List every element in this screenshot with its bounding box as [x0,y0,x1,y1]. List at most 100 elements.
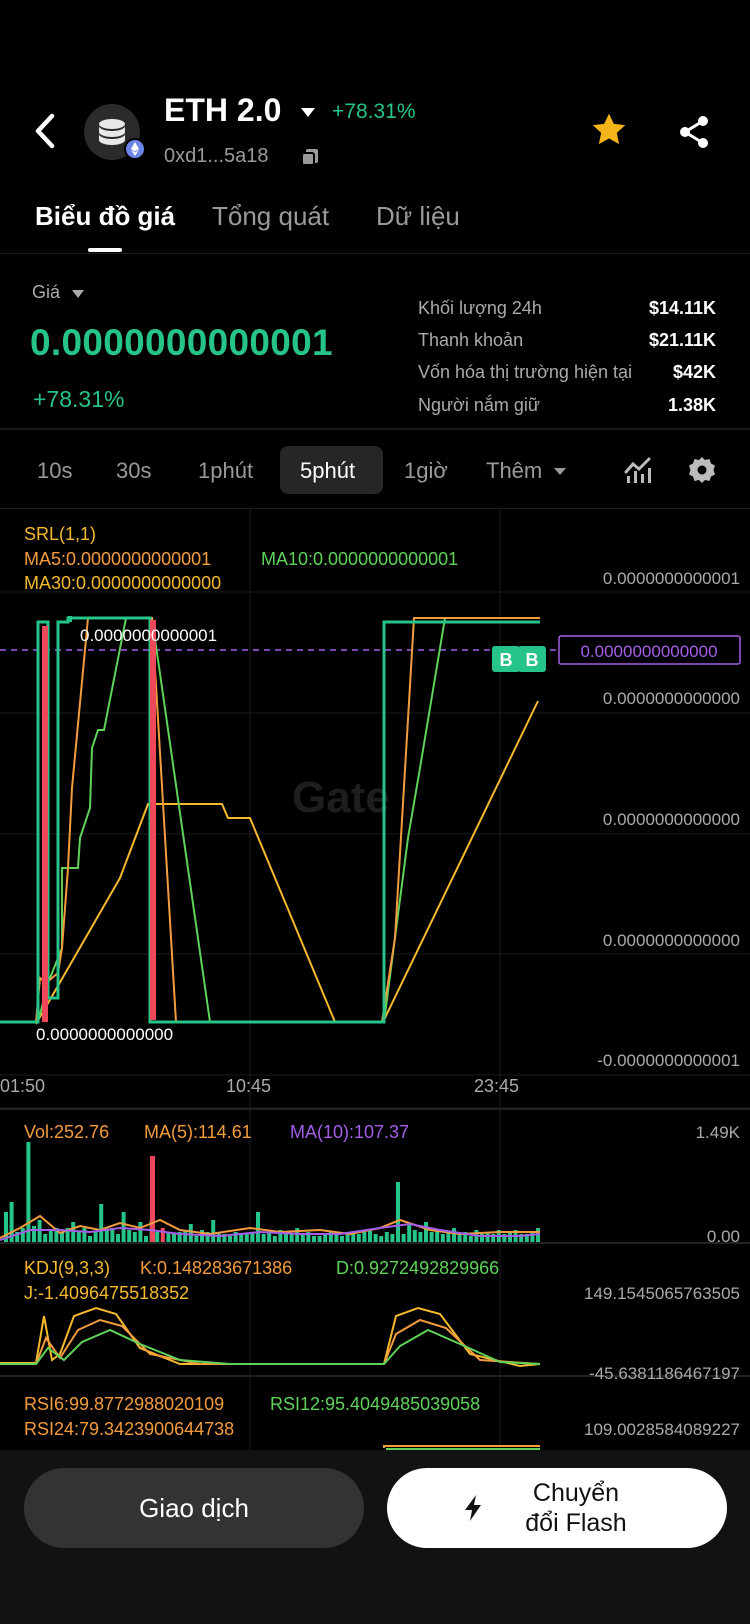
tab-data[interactable]: Dữ liệu [376,201,460,232]
share-icon[interactable] [676,114,712,150]
kdj-k: K:0.148283671386 [140,1258,292,1278]
volume-bar [194,1236,199,1242]
y-axis-label: 0.0000000000000 [603,689,740,708]
kdj-j-line [0,1306,541,1368]
timeframe-5min[interactable]: 5phút [300,458,355,484]
divider [0,428,750,430]
volume-bar [32,1226,36,1242]
flash-convert-label: Chuyển đổi Flash [501,1478,651,1538]
volume-ma10-label: MA(10):107.37 [290,1122,409,1142]
token-dropdown-icon[interactable] [300,106,316,118]
x-axis-label: 23:45 [474,1076,519,1096]
volume-bar [429,1232,434,1242]
x-axis-label: 10:45 [226,1076,271,1096]
volume-bar [121,1212,126,1242]
volume-ma5-label: MA(5):114.61 [144,1122,252,1142]
volume-bar [468,1236,473,1242]
timeframe-1h[interactable]: 1giờ [404,458,448,484]
stat-value-volume: $14.11K [648,298,716,318]
buy-marker-label: B [500,650,513,670]
timeframe-1min[interactable]: 1phút [198,458,253,484]
volume-bar [530,1232,535,1242]
price-label[interactable]: Giá [32,282,60,303]
legend-ma5: MA5:0.0000000000001 [24,549,211,569]
kdj-j: J:-1.4096475518352 [24,1283,189,1303]
indicator-icon[interactable] [624,456,652,484]
ma30-line [35,700,539,1025]
volume-bar [132,1232,137,1242]
volume-bar [48,1230,53,1242]
volume-bar [300,1234,305,1242]
volume-bar [334,1234,339,1242]
volume-bar [20,1228,25,1242]
volume-bar [116,1234,120,1242]
price-chart[interactable]: Gate SRL(1,1) MA5:0.0000000000001 MA10:0… [0,508,750,1450]
volume-bar [396,1182,400,1242]
volume-bar [188,1224,193,1242]
current-price-tag-text: 0.0000000000000 [580,642,717,661]
volume-bar [356,1234,361,1242]
volume-bar [244,1234,249,1242]
volume-bar [93,1232,98,1242]
back-icon[interactable] [26,108,66,154]
volume-label: Vol:252.76 [24,1122,109,1142]
flash-convert-button[interactable]: Chuyển đổi Flash [387,1468,727,1548]
ethereum-chain-icon [124,138,146,160]
volume-bar [172,1234,176,1242]
tab-overview[interactable]: Tổng quát [212,201,329,232]
volume-bar [272,1236,277,1242]
volume-bar [407,1224,412,1242]
rsi24-label: RSI24:79.3423900644738 [24,1419,234,1439]
stat-label-market-cap: Vốn hóa thị trường hiện tại [418,362,632,382]
kdj-d: D:0.9272492829966 [336,1258,499,1278]
volume-bar [373,1234,378,1242]
volume-bar [138,1222,143,1242]
kdj-d-line [0,1328,541,1365]
trade-button[interactable]: Giao dịch [24,1468,364,1548]
volume-bar [99,1204,104,1242]
current-price: 0.0000000000001 [30,322,333,363]
token-change: +78.31% [332,100,416,123]
volume-bar [71,1222,76,1242]
volume-bar [261,1234,266,1242]
legend-srl: SRL(1,1) [24,524,96,544]
candle-down [150,620,156,1020]
legend-ma10: MA10:0.0000000000001 [261,549,458,569]
rsi6-label: RSI6:99.8772988020109 [24,1394,224,1414]
volume-bar [256,1212,260,1242]
favorite-star-icon[interactable] [590,112,628,148]
kdj-min-label: -45.6381186467197 [589,1364,740,1383]
timeframe-more[interactable]: Thêm [486,458,542,484]
y-axis-label: -0.0000000000001 [597,1051,740,1070]
settings-gear-icon[interactable] [688,456,716,484]
volume-bar [351,1234,356,1242]
volume-bar [379,1236,384,1242]
candle-up [68,616,72,622]
timeframe-10s[interactable]: 10s [37,458,72,484]
more-dropdown-icon[interactable] [554,467,566,476]
price-dropdown-icon[interactable] [72,289,84,299]
divider [0,253,750,254]
price-line [0,616,540,1024]
kdj-max-label: 149.1545065763505 [584,1284,740,1303]
volume-max-label: 1.49K [696,1123,741,1142]
volume-bar [160,1228,165,1242]
volume-bar [155,1232,160,1242]
stat-label-liquidity: Thanh khoản [418,330,524,350]
tab-price-chart[interactable]: Biểu đồ giá [35,201,175,232]
volume-bar [440,1234,445,1242]
price-change: +78.31% [33,386,125,412]
volume-bar [340,1236,344,1242]
copy-icon[interactable] [300,147,320,167]
timeframe-30s[interactable]: 30s [116,458,151,484]
volume-bar [144,1236,148,1242]
volume-bar [362,1232,367,1242]
y-axis-label: 0.0000000000000 [603,931,740,950]
ma10-line [37,617,540,1023]
volume-bar [390,1234,395,1242]
token-name[interactable]: ETH 2.0 [164,92,281,129]
volume-min-label: 0.00 [707,1227,740,1246]
volume-bar [76,1232,81,1242]
lightning-icon [465,1495,481,1521]
stat-label-volume: Khối lượng 24h [418,298,542,318]
